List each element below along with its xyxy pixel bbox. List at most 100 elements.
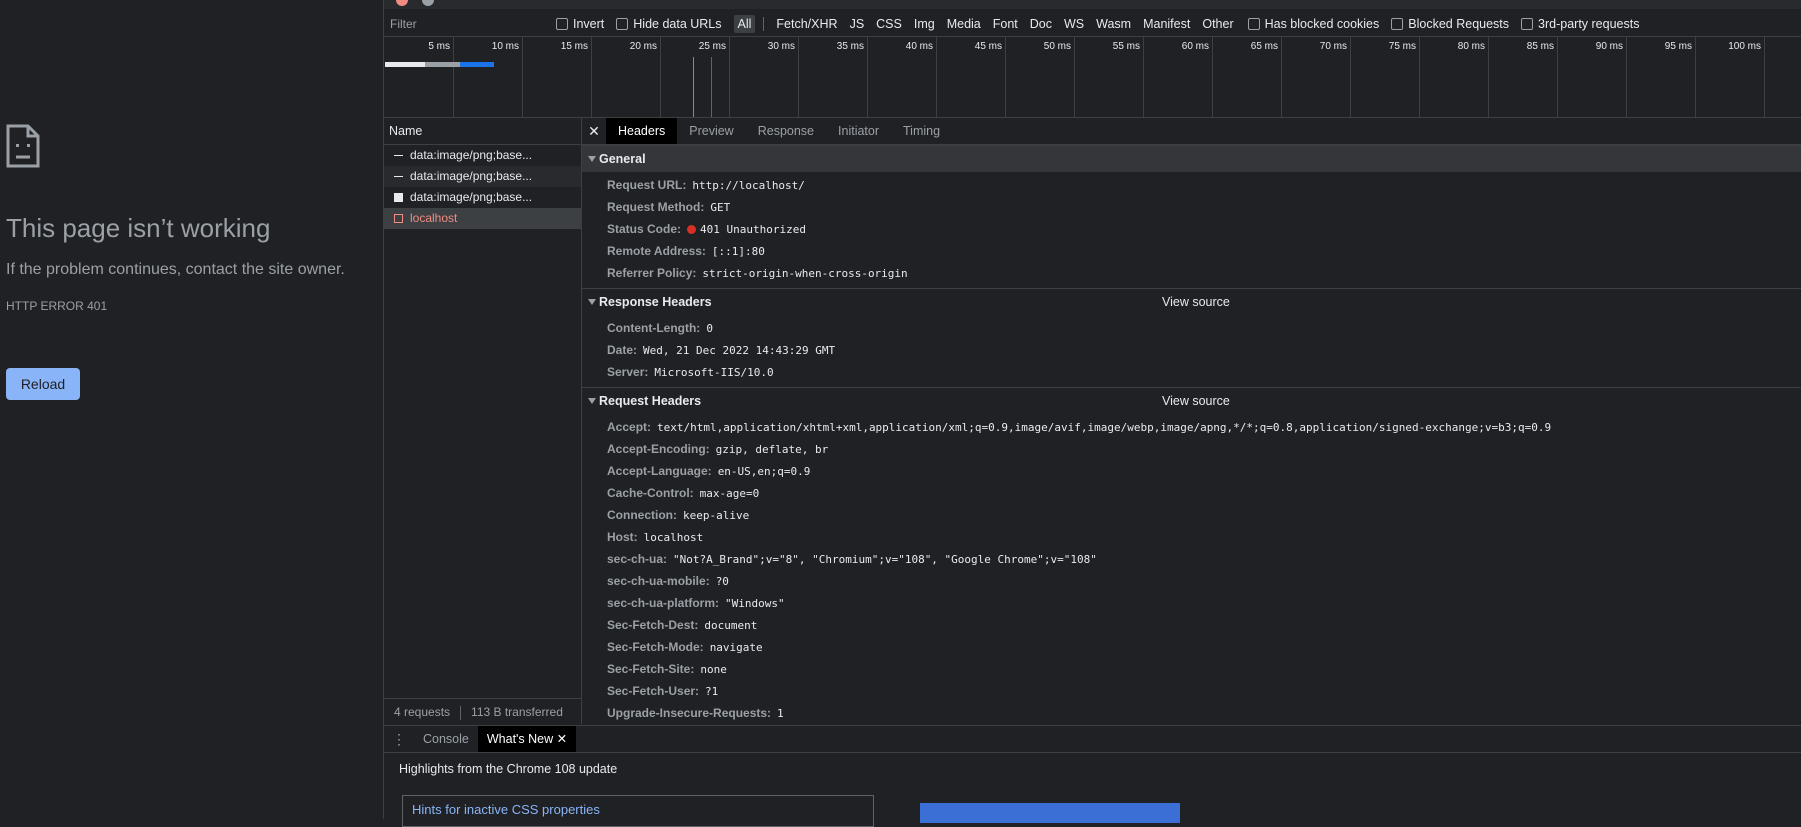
filter-type-css[interactable]: CSS	[872, 15, 906, 33]
tab-preview[interactable]: Preview	[677, 118, 745, 144]
name-column-header[interactable]: Name	[384, 118, 581, 145]
header-value: 1	[777, 707, 784, 720]
request-rows: data:image/png;base... data:image/png;ba…	[384, 145, 581, 229]
header-name: Accept-Language:	[607, 464, 712, 478]
filter-type-manifest[interactable]: Manifest	[1139, 15, 1194, 33]
tab-whats-new[interactable]: What's New ✕	[477, 726, 577, 752]
filter-type-other[interactable]: Other	[1198, 15, 1237, 33]
header-row: Status Code: 401 Unauthorized	[582, 218, 1801, 240]
request-row[interactable]: data:image/png;base...	[384, 166, 581, 187]
details-tabs: ✕ Headers Preview Response Initiator Tim…	[582, 118, 1801, 145]
tab-console[interactable]: Console	[414, 726, 478, 752]
timeline-gridline	[1488, 37, 1489, 117]
third-party-checkbox[interactable]: 3rd-party requests	[1521, 17, 1639, 31]
timeline-tick-label: 50 ms	[1043, 41, 1071, 52]
tab-response[interactable]: Response	[746, 118, 826, 144]
tab-label: What's New	[486, 732, 554, 746]
filter-type-font[interactable]: Font	[989, 15, 1022, 33]
timeline-gridline	[1626, 37, 1627, 117]
drawer-tabs: ⋮ Console What's New ✕	[384, 726, 1801, 753]
triangle-down-icon	[588, 398, 596, 404]
header-name: sec-ch-ua-mobile:	[607, 574, 710, 588]
timeline-tick-label: 75 ms	[1388, 41, 1416, 52]
request-name: data:image/png;base...	[410, 148, 533, 162]
load-line	[711, 57, 712, 117]
invert-checkbox[interactable]: Invert	[556, 17, 604, 31]
tab-headers[interactable]: Headers	[606, 118, 678, 144]
header-value: strict-origin-when-cross-origin	[702, 267, 908, 280]
filter-type-doc[interactable]: Doc	[1026, 15, 1056, 33]
request-row[interactable]: data:image/png;base...	[384, 187, 581, 208]
header-row: Sec-Fetch-Site: none	[582, 658, 1801, 680]
feature-link[interactable]: Hints for inactive CSS properties	[412, 802, 600, 817]
close-icon[interactable]: ✕	[582, 123, 606, 140]
header-row: Sec-Fetch-Mode: navigate	[582, 636, 1801, 658]
view-source-link[interactable]: View source	[1162, 388, 1230, 414]
request-row[interactable]: data:image/png;base...	[384, 145, 581, 166]
header-value: Microsoft-IIS/10.0	[654, 366, 774, 379]
timeline-tick-label: 65 ms	[1250, 41, 1278, 52]
filter-type-ws[interactable]: WS	[1060, 15, 1088, 33]
view-source-link[interactable]: View source	[1162, 289, 1230, 315]
filter-type-fetch-xhr[interactable]: Fetch/XHR	[772, 15, 841, 33]
devtools-panel: Invert Hide data URLs All Fetch/XHR JS C…	[383, 0, 1801, 827]
timeline-tick-label: 55 ms	[1112, 41, 1140, 52]
filter-type-js[interactable]: JS	[846, 15, 869, 33]
header-name: Status Code:	[607, 222, 682, 236]
request-headers-section-header[interactable]: Request Headers View source	[582, 387, 1801, 414]
filter-type-wasm[interactable]: Wasm	[1092, 15, 1135, 33]
reload-button[interactable]: Reload	[6, 368, 80, 400]
general-rows: Request URL: http://localhost/Request Met…	[582, 172, 1801, 288]
checkbox-icon	[1521, 18, 1534, 30]
header-row: sec-ch-ua-platform: "Windows"	[582, 592, 1801, 614]
error-code: HTTP ERROR 401	[6, 299, 108, 313]
blocked-requests-label: Blocked Requests	[1408, 17, 1510, 31]
tab-initiator[interactable]: Initiator	[826, 118, 891, 144]
request-row-localhost[interactable]: localhost	[384, 208, 581, 229]
feature-card[interactable]: Hints for inactive CSS properties	[402, 795, 874, 827]
filter-type-all[interactable]: All	[733, 15, 756, 33]
record-icon[interactable]	[396, 0, 408, 6]
has-blocked-cookies-checkbox[interactable]: Has blocked cookies	[1247, 17, 1379, 31]
timeline-gridline	[867, 37, 868, 117]
timeline-tick-label: 1	[1793, 41, 1801, 52]
header-row: Accept-Language: en-US,en;q=0.9	[582, 460, 1801, 482]
hide-data-urls-checkbox[interactable]: Hide data URLs	[616, 17, 722, 31]
triangle-down-icon	[588, 156, 596, 162]
header-value: ?0	[715, 575, 729, 588]
checkbox-icon	[1391, 18, 1404, 30]
waterfall-overview[interactable]: 5 ms 10 ms 15 ms 20 ms 25 ms 30 ms 35 ms 40 ms 4…	[384, 37, 1801, 118]
section-title: General	[599, 152, 646, 166]
header-value: "Windows"	[725, 597, 785, 610]
timeline-gridline	[453, 37, 454, 117]
timeline-gridline	[1350, 37, 1351, 117]
filter-type-img[interactable]: Img	[910, 15, 939, 33]
header-row: Remote Address: [::1]:80	[582, 240, 1801, 262]
timeline-tick-label: 45 ms	[974, 41, 1002, 52]
response-headers-section-header[interactable]: Response Headers View source	[582, 288, 1801, 315]
close-icon[interactable]: ✕	[557, 732, 567, 746]
request-header-rows: Accept: text/html,application/xhtml+xml,a…	[582, 414, 1801, 724]
feature-image	[920, 803, 1180, 823]
sad-page-icon	[6, 124, 40, 168]
request-name: data:image/png;base...	[410, 169, 533, 183]
timeline-gridline	[1764, 37, 1765, 117]
clear-icon[interactable]	[422, 0, 434, 6]
timeline-tick-label: 60 ms	[1181, 41, 1209, 52]
image-icon	[394, 155, 403, 156]
header-name: Sec-Fetch-Mode:	[607, 640, 704, 654]
blocked-requests-checkbox[interactable]: Blocked Requests	[1391, 17, 1509, 31]
drawer: ⋮ Console What's New ✕ Highlights from t…	[384, 725, 1801, 827]
tab-timing[interactable]: Timing	[891, 118, 952, 144]
header-name: Host:	[607, 530, 638, 544]
more-vertical-icon[interactable]: ⋮	[384, 731, 414, 748]
filter-input[interactable]	[384, 14, 556, 34]
header-value: text/html,application/xhtml+xml,applicat…	[657, 421, 1552, 434]
timeline-tick-label: 70 ms	[1319, 41, 1347, 52]
filter-type-media[interactable]: Media	[943, 15, 985, 33]
general-section-header[interactable]: General	[582, 145, 1801, 172]
header-name: Sec-Fetch-Dest:	[607, 618, 699, 632]
header-row: Accept: text/html,application/xhtml+xml,a…	[582, 416, 1801, 438]
header-name: sec-ch-ua:	[607, 552, 668, 566]
timeline-tick-label: 20 ms	[629, 41, 657, 52]
